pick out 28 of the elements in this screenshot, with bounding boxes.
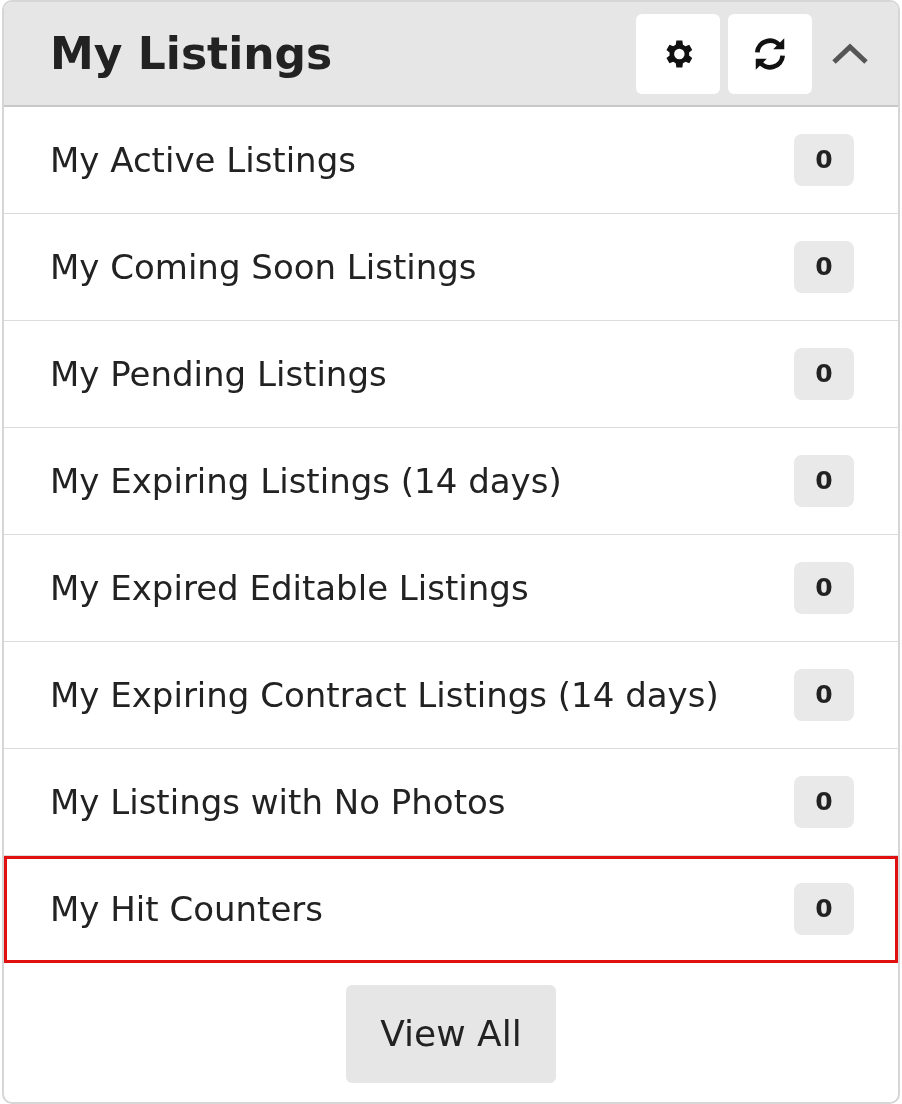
- count-badge: 0: [794, 776, 854, 828]
- count-badge: 0: [794, 883, 854, 935]
- row-label: My Expiring Contract Listings (14 days): [50, 673, 720, 717]
- row-label: My Listings with No Photos: [50, 780, 507, 824]
- listing-row[interactable]: My Pending Listings 0: [4, 321, 898, 428]
- count-badge: 0: [794, 562, 854, 614]
- listing-row[interactable]: My Coming Soon Listings 0: [4, 214, 898, 321]
- row-label: My Expired Editable Listings: [50, 566, 530, 610]
- row-label: My Coming Soon Listings: [50, 245, 478, 289]
- refresh-button[interactable]: [728, 13, 812, 94]
- listing-row[interactable]: My Active Listings 0: [4, 107, 898, 214]
- row-label: My Expiring Listings (14 days): [50, 459, 563, 503]
- listing-row[interactable]: My Hit Counters 0: [4, 856, 898, 963]
- row-label: My Active Listings: [50, 138, 357, 182]
- listing-row[interactable]: My Listings with No Photos 0: [4, 749, 898, 856]
- view-all-button[interactable]: View All: [346, 985, 556, 1083]
- row-label: My Hit Counters: [50, 887, 324, 931]
- row-label: My Pending Listings: [50, 352, 388, 396]
- count-badge: 0: [794, 669, 854, 721]
- count-badge: 0: [794, 241, 854, 293]
- listing-row[interactable]: My Expiring Contract Listings (14 days) 0: [4, 642, 898, 749]
- settings-button[interactable]: [636, 13, 720, 94]
- panel-title: My Listings: [50, 26, 334, 81]
- listing-row[interactable]: My Expiring Listings (14 days) 0: [4, 428, 898, 535]
- count-badge: 0: [794, 348, 854, 400]
- count-badge: 0: [794, 134, 854, 186]
- listing-row[interactable]: My Expired Editable Listings 0: [4, 535, 898, 642]
- count-badge: 0: [794, 455, 854, 507]
